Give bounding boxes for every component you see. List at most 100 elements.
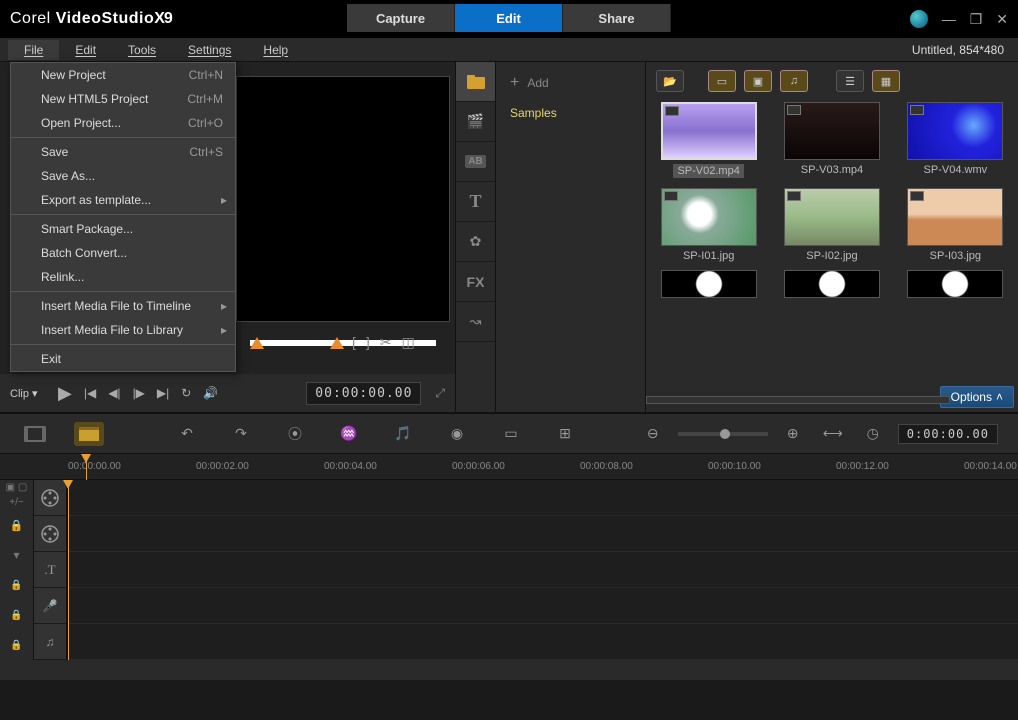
lib-tab-title[interactable]: T [456,182,495,222]
file-menu-item[interactable]: New HTML5 ProjectCtrl+M [11,87,235,111]
go-start-button[interactable]: |◀ [84,386,96,400]
library-item[interactable] [907,270,1003,298]
redo-button[interactable]: ↷ [226,422,256,446]
undo-button[interactable]: ↶ [172,422,202,446]
close-button[interactable]: ✕ [996,11,1008,28]
multicam-button[interactable]: ⊞ [550,422,580,446]
lib-tab-transition[interactable]: AB [456,142,495,182]
folder-samples[interactable]: Samples [502,96,639,130]
clip-mode-label[interactable]: Clip ▾ [10,387,50,400]
mark-in-icon[interactable]: [ [352,334,356,351]
record-button[interactable]: ⦿ [280,422,310,446]
timeline-timecode[interactable]: 0:00:00.00 [898,424,998,444]
add-folder-button[interactable]: + Add [502,70,639,96]
file-menu-item[interactable]: Export as template... [11,188,235,212]
lib-tab-path[interactable]: ↝ [456,302,495,342]
file-menu-item[interactable]: Insert Media File to Library [11,318,235,342]
voice-track-lane[interactable] [68,588,1018,624]
library-item[interactable]: SP-I01.jpg [656,188,761,262]
lib-tab-instant[interactable]: 🎬 [456,102,495,142]
lib-tab-graphic[interactable]: ✿ [456,222,495,262]
file-menu-item[interactable]: Save As... [11,164,235,188]
library-item[interactable] [784,270,880,298]
help-globe-icon[interactable] [910,10,928,28]
tab-edit[interactable]: Edit [455,4,563,32]
preview-viewport[interactable] [236,76,450,322]
view-thumb-button[interactable]: ▦ [872,70,900,92]
file-menu-item[interactable]: Smart Package... [11,217,235,241]
library-item[interactable]: SP-V02.mp4 [656,102,761,178]
mark-out-icon[interactable]: ] [366,334,370,351]
file-menu-item[interactable]: Insert Media File to Timeline [11,294,235,318]
file-menu-item[interactable]: Open Project...Ctrl+O [11,111,235,135]
track-lock-overlay[interactable]: 🔒 [0,570,33,600]
zoom-out-button[interactable]: ⊖ [638,422,668,446]
split-icon[interactable]: ◫ [402,334,415,351]
library-item[interactable]: SP-V03.mp4 [779,102,884,178]
next-frame-button[interactable]: |▶ [133,386,145,400]
title-track-lane[interactable] [68,552,1018,588]
prev-frame-button[interactable]: ◀| [108,386,120,400]
cut-icon[interactable]: ✂ [380,334,392,351]
zoom-slider-knob[interactable] [720,429,730,439]
play-button[interactable]: ▶ [58,383,72,404]
track-lock-voice[interactable]: 🔒 [0,630,33,660]
fit-project-button[interactable]: ⟷ [818,422,848,446]
filter-video-button[interactable]: ▭ [708,70,736,92]
repeat-button[interactable]: ↻ [181,386,191,400]
storyboard-view-button[interactable] [20,422,50,446]
view-list-button[interactable]: ☰ [836,70,864,92]
minimize-button[interactable]: — [942,11,956,27]
menu-edit[interactable]: Edit [59,40,112,60]
import-folder-button[interactable]: 📂 [656,70,684,92]
ruler-mark: 00:00:00.00 [68,461,121,472]
timeline-playhead[interactable] [68,480,69,660]
menu-tools[interactable]: Tools [112,40,172,60]
ruler-playhead[interactable] [86,454,87,480]
file-menu-item[interactable]: Relink... [11,265,235,289]
lib-tab-media[interactable] [456,62,495,102]
video-track-lane[interactable] [68,480,1018,516]
options-panel-toggle[interactable]: Options ˄ [940,386,1014,408]
menu-help[interactable]: Help [247,40,304,60]
file-menu-item[interactable]: Exit [11,347,235,371]
auto-music-button[interactable]: 🎵 [388,422,418,446]
library-item[interactable]: SP-V04.wmv [903,102,1008,178]
lib-tab-filter[interactable]: FX [456,262,495,302]
zoom-slider[interactable] [678,432,768,436]
track-lock-title[interactable]: 🔒 [0,600,33,630]
subtitle-button[interactable]: ▭ [496,422,526,446]
library-item[interactable] [661,270,757,298]
go-end-button[interactable]: ▶| [157,386,169,400]
filter-audio-button[interactable]: ♫ [780,70,808,92]
preview-scrub-handle[interactable] [250,337,264,349]
maximize-button[interactable]: ❐ [970,11,983,28]
filter-photo-button[interactable]: ▣ [744,70,772,92]
timeline-track-lanes[interactable] [68,480,1018,660]
motion-track-button[interactable]: ◉ [442,422,472,446]
preview-scrub-handle-end[interactable] [330,337,344,349]
zoom-in-button[interactable]: ⊕ [778,422,808,446]
track-expand[interactable]: ▾ [0,540,33,570]
audio-mixer-button[interactable]: ♒ [334,422,364,446]
music-track-lane[interactable] [68,624,1018,660]
expand-preview-icon[interactable]: ⤢ [435,386,445,401]
menu-file[interactable]: File [8,40,59,60]
tab-share[interactable]: Share [563,4,671,32]
preview-timecode[interactable]: 00:00:00.00 [306,382,421,405]
timeline-view-button[interactable] [74,422,104,446]
menu-settings[interactable]: Settings [172,40,247,60]
track-toggle-presets[interactable]: ▣ ▢ [0,480,33,495]
file-menu-item[interactable]: Batch Convert... [11,241,235,265]
file-menu-item[interactable]: SaveCtrl+S [11,140,235,164]
library-scrollbar[interactable] [646,396,950,404]
overlay-track-lane[interactable] [68,516,1018,552]
volume-button[interactable]: 🔊 [203,386,218,400]
library-item[interactable]: SP-I02.jpg [779,188,884,262]
track-add-row[interactable]: +/− [0,495,33,510]
timeline-ruler[interactable]: 00:00:00.0000:00:02.0000:00:04.0000:00:0… [0,454,1018,480]
tab-capture[interactable]: Capture [347,4,455,32]
file-menu-item[interactable]: New ProjectCtrl+N [11,63,235,87]
library-item[interactable]: SP-I03.jpg [903,188,1008,262]
track-lock-video[interactable]: 🔒 [0,510,33,540]
